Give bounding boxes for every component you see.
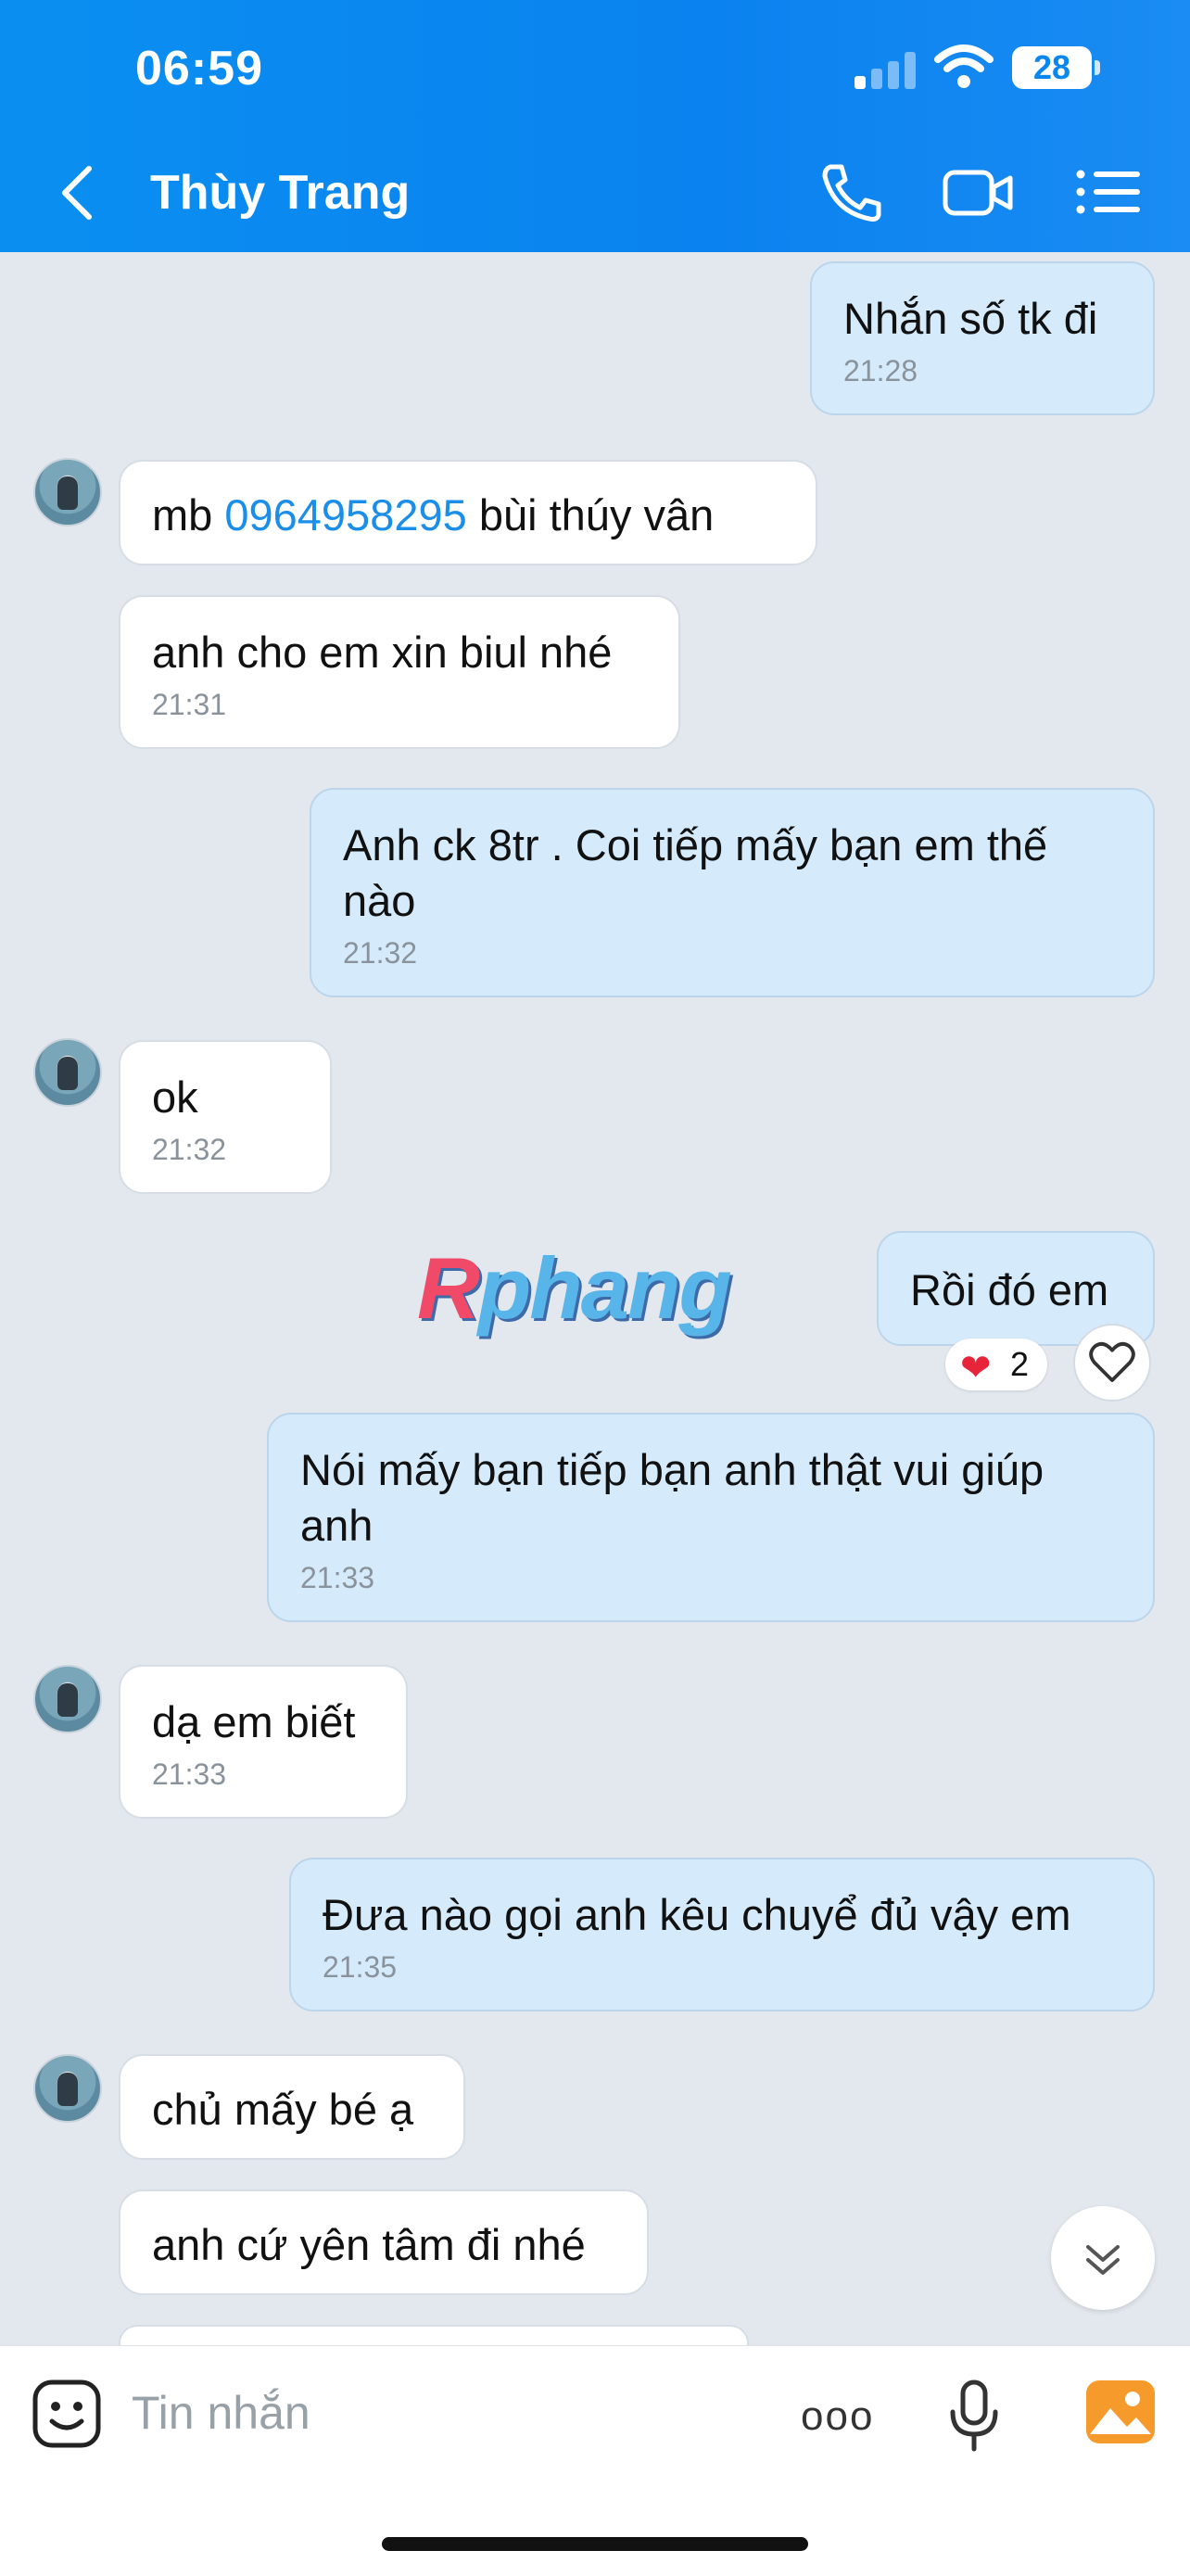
- contact-avatar[interactable]: [33, 1038, 102, 1107]
- message-bubble-received[interactable]: dạ em biết 21:33: [119, 1665, 408, 1819]
- message-time: 21:33: [300, 1561, 375, 1594]
- message-time: 21:35: [323, 1950, 398, 1984]
- message-bubble-sent[interactable]: Anh ck 8tr . Coi tiếp mấy bạn em thế nào…: [310, 788, 1155, 997]
- sticker-emoji-icon[interactable]: [32, 2379, 102, 2449]
- cellular-signal-icon: [855, 50, 919, 89]
- message-bubble-received[interactable]: mb 0964958295 bùi thúy vân: [119, 460, 817, 565]
- message-text: anh cứ yên tâm đi nhé: [152, 2220, 586, 2269]
- message-text: Đưa nào gọi anh kêu chuyể đủ vậy em: [323, 1890, 1071, 1939]
- message-time: 21:31: [152, 688, 227, 721]
- message-text: ok: [152, 1072, 198, 1122]
- scroll-to-bottom-button[interactable]: [1051, 2206, 1155, 2310]
- reaction-count: 2: [1010, 1345, 1030, 1383]
- microphone-icon[interactable]: [947, 2379, 1001, 2453]
- message-bubble-sent[interactable]: Nhắn số tk đi 21:28: [810, 261, 1155, 415]
- contact-name[interactable]: Thùy Trang: [150, 165, 410, 221]
- message-text: Rồi đó em: [910, 1265, 1109, 1314]
- chat-header: 06:59 28 Thùy Trang: [0, 0, 1190, 252]
- message-text: Anh ck 8tr . Coi tiếp mấy bạn em thế nào: [343, 820, 1048, 925]
- message-time: 21:32: [343, 936, 418, 970]
- status-time: 06:59: [135, 42, 263, 95]
- message-bubble-sent[interactable]: Đưa nào gọi anh kêu chuyể đủ vậy em 21:3…: [289, 1858, 1155, 2011]
- contact-avatar[interactable]: [33, 458, 102, 527]
- contact-avatar[interactable]: [33, 1665, 102, 1733]
- more-options-icon[interactable]: ooo: [801, 2393, 874, 2440]
- watermark-logo: Rphang: [417, 1239, 732, 1337]
- message-input[interactable]: Tin nhắn: [132, 2386, 310, 2440]
- reaction-badge[interactable]: ❤ 2: [945, 1339, 1047, 1390]
- message-time: 21:28: [843, 354, 918, 387]
- home-indicator: [382, 2537, 808, 2551]
- video-call-icon[interactable]: [942, 159, 1014, 224]
- phone-call-icon[interactable]: [816, 159, 888, 224]
- message-text: dạ em biết: [152, 1697, 356, 1746]
- back-arrow-icon[interactable]: [56, 163, 96, 222]
- phone-number-link[interactable]: 0964958295: [224, 490, 466, 539]
- message-text: Nói mấy bạn tiếp bạn anh thật vui giúp a…: [300, 1445, 1044, 1550]
- heart-outline-like-icon[interactable]: [1073, 1324, 1151, 1402]
- menu-list-icon[interactable]: [1071, 159, 1144, 224]
- photo-gallery-icon[interactable]: [1084, 2379, 1157, 2445]
- message-bubble-received[interactable]: ok 21:32: [119, 1040, 332, 1194]
- message-text: Nhắn số tk đi: [843, 294, 1098, 343]
- battery-indicator: 28: [1012, 46, 1100, 89]
- message-bubble-sent[interactable]: Nói mấy bạn tiếp bạn anh thật vui giúp a…: [267, 1413, 1155, 1622]
- message-time: 21:33: [152, 1758, 227, 1791]
- message-text: mb: [152, 490, 225, 539]
- message-bubble-received[interactable]: anh cứ yên tâm đi nhé: [119, 2189, 649, 2295]
- message-bubble-received[interactable]: chủ mấy bé ạ: [119, 2054, 465, 2160]
- contact-avatar[interactable]: [33, 2054, 102, 2123]
- message-text: chủ mấy bé ạ: [152, 2085, 414, 2134]
- message-text: bùi thúy vân: [466, 490, 715, 539]
- message-bubble-received[interactable]: anh cho em xin biul nhé 21:31: [119, 595, 680, 749]
- message-text: anh cho em xin biul nhé: [152, 628, 613, 677]
- heart-reaction-icon: ❤: [960, 1348, 992, 1389]
- message-time: 21:32: [152, 1133, 227, 1166]
- wifi-icon: [934, 44, 994, 88]
